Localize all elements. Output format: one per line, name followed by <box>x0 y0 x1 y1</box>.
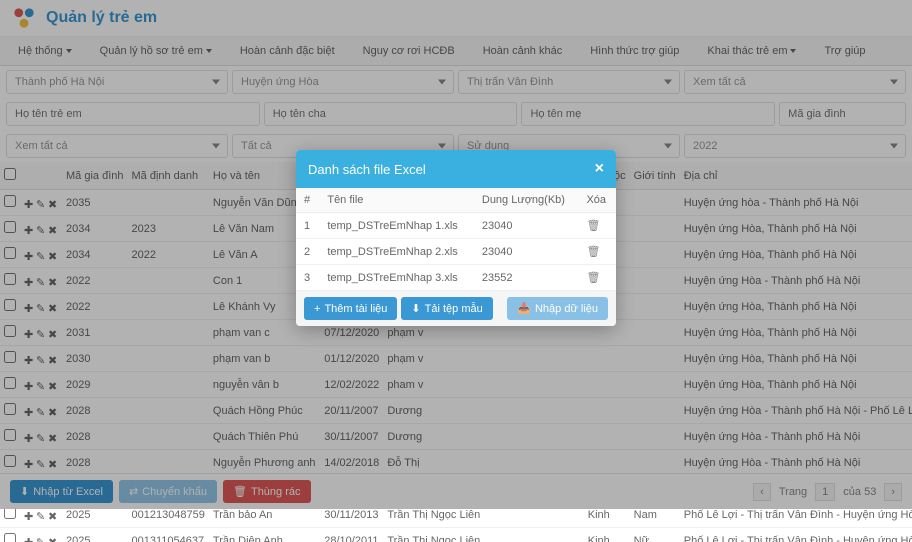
modal-cell: 23552 <box>474 265 579 291</box>
download-icon: ⬇ <box>411 302 420 315</box>
add-icon[interactable]: ✚ <box>24 510 34 520</box>
modal-row: 2temp_DSTreEmNhap 2.xls23040 🗑 <box>296 239 616 265</box>
cell: Kinh <box>584 528 630 542</box>
add-file-button[interactable]: +Thêm tài liệu <box>304 297 397 320</box>
cell: 2025 <box>62 528 127 542</box>
trash-icon[interactable]: 🗑 <box>586 246 600 258</box>
modal-cell: 23040 <box>474 239 579 265</box>
delete-icon[interactable]: ✖ <box>48 510 58 520</box>
delete-icon[interactable]: ✖ <box>48 536 58 542</box>
modal-row: 1temp_DSTreEmNhap 1.xls23040 🗑 <box>296 213 616 239</box>
modal-col: Xóa <box>578 188 616 213</box>
modal-title: Danh sách file Excel <box>308 162 426 177</box>
modal-cell: 23040 <box>474 213 579 239</box>
cell: Phố Lê Lợi - Thị trấn Vân Đình - Huyện ứ… <box>680 528 912 542</box>
edit-icon[interactable]: ✎ <box>36 510 46 520</box>
modal-col: Tên file <box>319 188 474 213</box>
modal-overlay[interactable]: Danh sách file Excel × #Tên fileDung Lượ… <box>0 0 912 509</box>
cell: 001311054637 <box>127 528 208 542</box>
cell: Nữ <box>630 528 680 542</box>
download-template-button[interactable]: ⬇Tải tệp mẫu <box>401 297 492 320</box>
row-checkbox[interactable] <box>4 533 16 542</box>
add-icon[interactable]: ✚ <box>24 536 34 542</box>
plus-icon: + <box>314 303 320 315</box>
trash-icon[interactable]: 🗑 <box>586 272 600 284</box>
close-icon[interactable]: × <box>595 160 604 178</box>
cell: 28/10/2011 <box>320 528 383 542</box>
modal-cell: temp_DSTreEmNhap 3.xls <box>319 265 474 291</box>
modal-col: # <box>296 188 319 213</box>
modal-col: Dung Lượng(Kb) <box>474 188 579 213</box>
excel-files-modal: Danh sách file Excel × #Tên fileDung Lượ… <box>296 150 616 326</box>
import-data-button[interactable]: 📥Nhập dữ liệu <box>507 297 608 320</box>
modal-cell: temp_DSTreEmNhap 2.xls <box>319 239 474 265</box>
cell: Trần Thị Ngọc Liên <box>383 528 583 542</box>
import-icon: 📥 <box>517 302 531 315</box>
edit-icon[interactable]: ✎ <box>36 536 46 542</box>
modal-cell: 3 <box>296 265 319 291</box>
modal-cell: 2 <box>296 239 319 265</box>
table-row: ✚✎✖ 2025001311054637Trần Diệp Anh28/10/20… <box>0 528 912 542</box>
modal-cell: temp_DSTreEmNhap 1.xls <box>319 213 474 239</box>
trash-icon[interactable]: 🗑 <box>586 220 600 232</box>
modal-row: 3temp_DSTreEmNhap 3.xls23552 🗑 <box>296 265 616 291</box>
cell: Trần Diệp Anh <box>209 528 320 542</box>
modal-cell: 1 <box>296 213 319 239</box>
